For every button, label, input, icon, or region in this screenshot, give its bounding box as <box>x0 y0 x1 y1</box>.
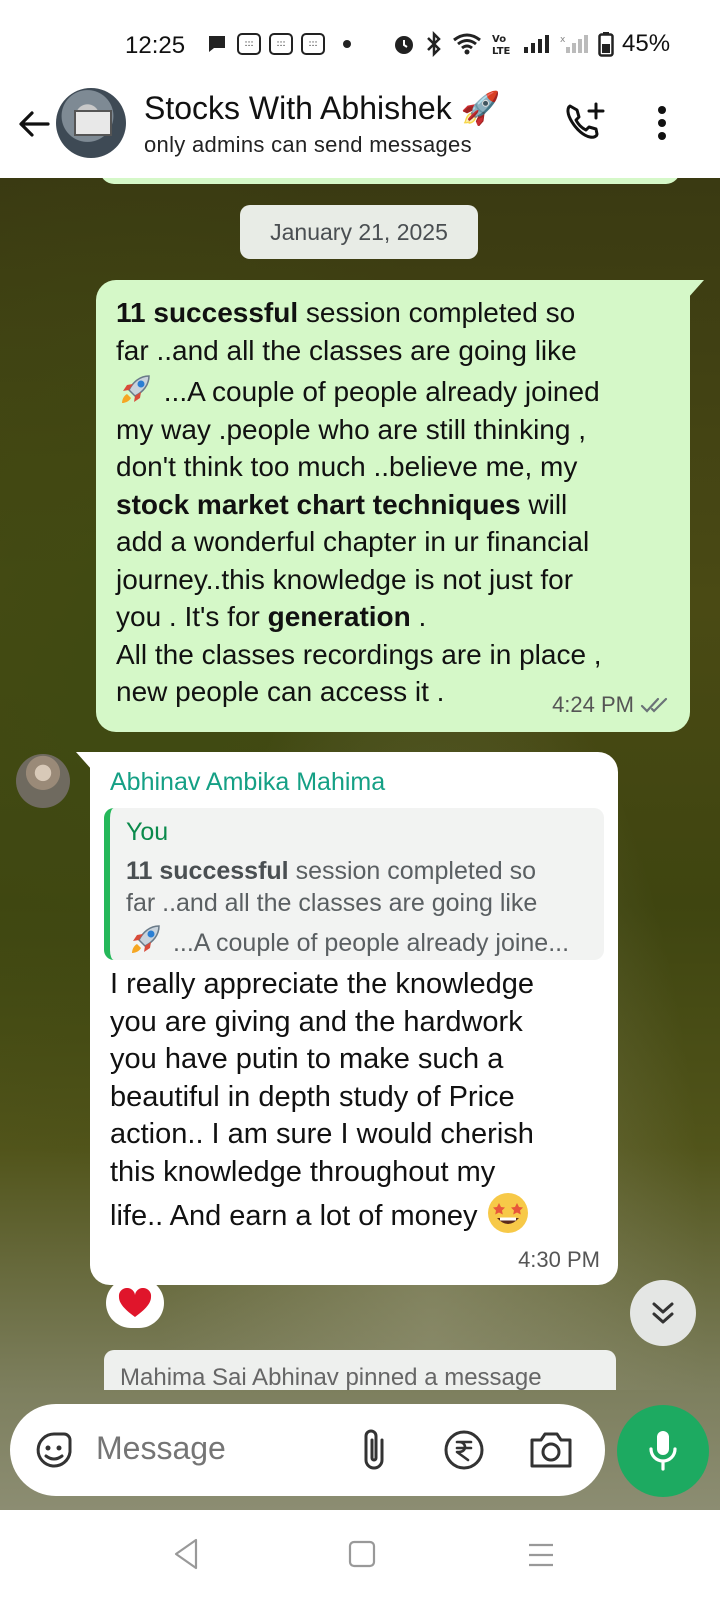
svg-text:Vo: Vo <box>492 34 506 45</box>
wifi-icon <box>453 33 481 55</box>
double-chevron-down-icon <box>652 1302 674 1324</box>
heart-icon <box>118 1288 152 1317</box>
double-check-icon <box>640 697 668 713</box>
nav-recents-icon[interactable] <box>526 1540 556 1570</box>
status-bar: 12:25 ::: ::: ::: Vo LTE x 45% <box>0 0 720 88</box>
outgoing-message[interactable]: 11 successful session completed so far .… <box>96 280 704 732</box>
battery-icon <box>598 32 614 57</box>
star-struck-emoji-icon <box>487 1193 528 1233</box>
system-icons: Vo LTE x 45% <box>392 30 670 58</box>
quote-author: You <box>126 818 169 846</box>
svg-text:x: x <box>560 35 566 45</box>
app-notification-icon: ::: <box>301 33 325 55</box>
heart-reaction[interactable] <box>106 1278 164 1328</box>
sticker-icon[interactable] <box>32 1428 76 1472</box>
pinned-message-notice[interactable]: Mahima Sai Abhinav pinned a message <box>104 1350 616 1390</box>
svg-text:LTE: LTE <box>492 46 511 57</box>
camera-icon[interactable] <box>528 1428 574 1472</box>
chat-area[interactable]: January 21, 2025 11 successful session c… <box>0 178 720 1390</box>
bold-text-run: generation <box>267 601 411 632</box>
alarm-icon <box>395 36 413 54</box>
app-notification-icon: ::: <box>237 33 261 55</box>
previous-message-bubble <box>100 178 680 184</box>
sender-avatar[interactable] <box>16 754 70 808</box>
mic-icon <box>649 1431 677 1471</box>
nav-home-icon[interactable] <box>348 1540 376 1568</box>
paperclip-icon[interactable] <box>356 1426 396 1474</box>
signal-icon <box>524 35 549 53</box>
more-notifications-dot <box>343 40 351 48</box>
rocket-emoji-icon <box>132 925 160 953</box>
bold-text-run: stock market chart techniques <box>116 488 521 520</box>
chat-title[interactable]: Stocks With Abhishek 🚀 <box>144 89 500 127</box>
back-arrow-icon[interactable] <box>14 104 54 144</box>
quoted-message[interactable]: You 11 successful session completed so f… <box>104 808 604 960</box>
incoming-message[interactable]: Abhinav Ambika Mahima You 11 successful … <box>76 752 618 1285</box>
date-chip: January 21, 2025 <box>240 205 478 259</box>
bold-text-run: 11 successful <box>116 297 299 328</box>
incoming-message-text: I really appreciate the knowledge you ar… <box>104 966 604 1236</box>
signal-no-service-icon: x <box>560 35 588 53</box>
text-run: ...A couple of people already joined my … <box>116 376 600 482</box>
chat-subtitle[interactable]: only admins can send messages <box>144 132 472 158</box>
text-run: ...A couple of people already joine... <box>166 929 570 957</box>
battery-percentage: 45% <box>622 30 671 57</box>
bluetooth-icon <box>427 31 441 57</box>
message-composer <box>0 1390 720 1510</box>
add-call-icon[interactable] <box>562 100 608 146</box>
outgoing-message-text: 11 successful session completed so far .… <box>116 294 672 711</box>
quote-text: 11 successful session completed so far .… <box>126 855 588 959</box>
message-meta: 4:24 PM <box>552 692 670 718</box>
volte-icon: VoLTE <box>492 34 511 57</box>
scroll-to-bottom-button[interactable] <box>630 1280 696 1346</box>
incoming-message-body: I really appreciate the knowledge you ar… <box>110 968 534 1232</box>
message-input[interactable] <box>96 1430 346 1467</box>
nav-back-icon[interactable] <box>170 1536 202 1572</box>
sender-name[interactable]: Abhinav Ambika Mahima <box>110 764 604 800</box>
system-nav-bar <box>0 1510 720 1600</box>
status-time: 12:25 <box>125 32 186 59</box>
pinned-notice-text: Mahima Sai Abhinav pinned a message <box>120 1364 542 1390</box>
message-input-pill[interactable] <box>10 1404 605 1496</box>
bold-text-run: 11 successful <box>126 857 289 885</box>
message-time: 4:24 PM <box>552 692 634 717</box>
notification-icons: ::: ::: ::: <box>205 32 351 56</box>
rocket-emoji-icon <box>122 375 150 403</box>
more-vert-icon[interactable] <box>650 100 674 146</box>
mic-button[interactable] <box>617 1405 709 1497</box>
group-avatar[interactable] <box>56 88 126 158</box>
chat-bubble-icon <box>209 36 225 52</box>
app-notification-icon: ::: <box>269 33 293 55</box>
message-time: 4:30 PM <box>518 1247 600 1272</box>
rupee-icon[interactable] <box>442 1428 486 1472</box>
chat-header: Stocks With Abhishek 🚀 only admins can s… <box>0 80 720 178</box>
